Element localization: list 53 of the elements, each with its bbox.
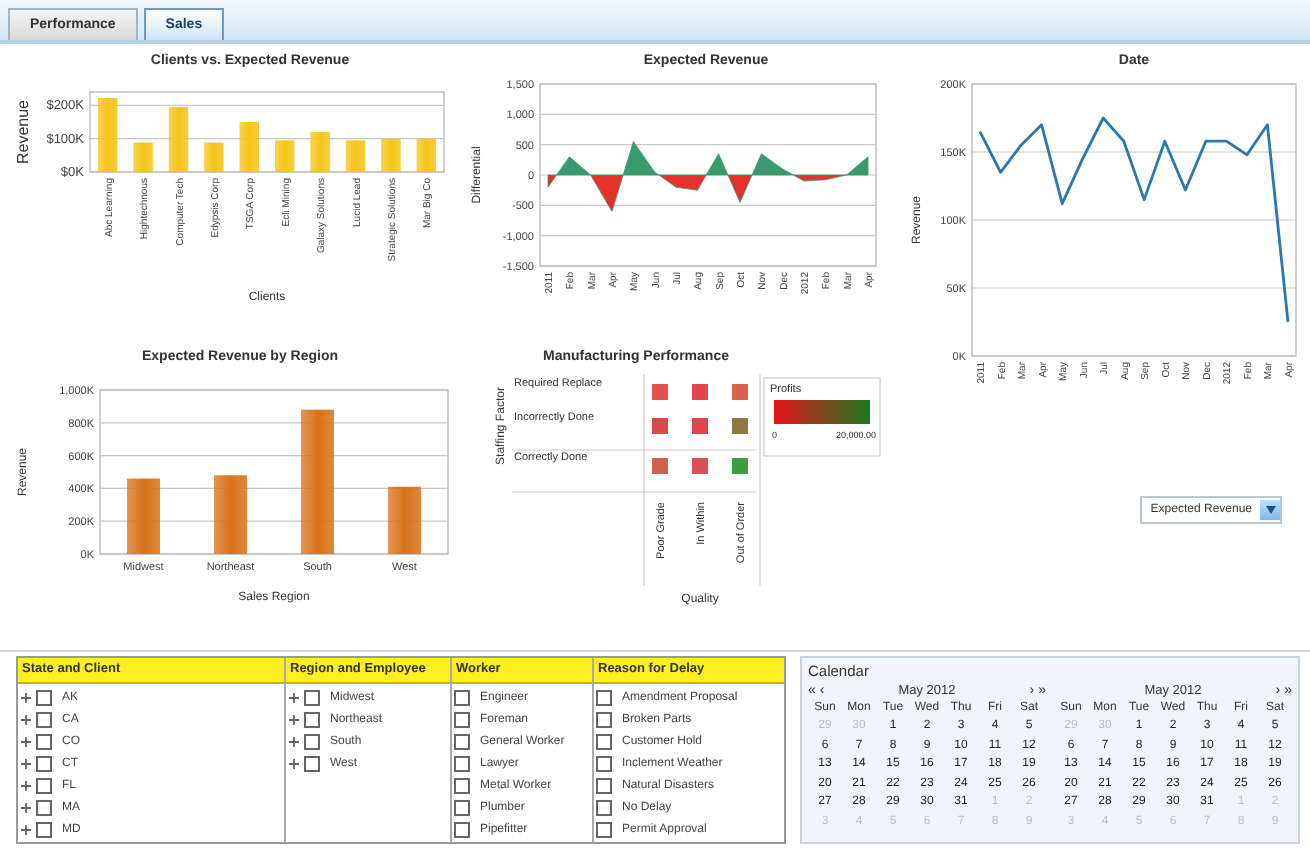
dropdown-button[interactable] (1260, 500, 1280, 520)
bar (126, 478, 161, 554)
expand-icon[interactable] (288, 691, 300, 703)
checkbox[interactable] (36, 711, 52, 727)
bar (310, 132, 330, 172)
expand-icon[interactable] (20, 691, 32, 703)
bar (168, 107, 189, 172)
checkbox[interactable] (304, 755, 320, 771)
expand-icon[interactable] (20, 823, 32, 835)
checkbox[interactable] (454, 755, 470, 771)
expand-icon[interactable] (288, 735, 300, 747)
checkbox[interactable] (36, 689, 52, 705)
bar (381, 138, 401, 172)
expand-icon[interactable] (20, 779, 32, 791)
checkbox[interactable] (36, 799, 52, 815)
expand-icon[interactable] (20, 713, 32, 725)
axis-label: Revenue (14, 99, 32, 165)
checkbox[interactable] (36, 777, 52, 793)
expand-icon[interactable] (20, 757, 32, 769)
checkbox[interactable] (596, 689, 612, 705)
caret-icon (1265, 506, 1275, 514)
bar (204, 142, 224, 172)
bar (387, 486, 422, 554)
bar (416, 138, 437, 172)
checkbox[interactable] (36, 755, 52, 771)
checkbox[interactable] (454, 711, 470, 727)
bar (239, 122, 260, 172)
checkbox[interactable] (454, 777, 470, 793)
bar (133, 142, 153, 172)
color-scale (774, 400, 870, 424)
checkbox[interactable] (596, 777, 612, 793)
bar (274, 140, 295, 172)
expand-icon[interactable] (288, 757, 300, 769)
bar (97, 98, 118, 172)
checkbox[interactable] (36, 733, 52, 749)
checkbox[interactable] (454, 821, 470, 837)
checkbox[interactable] (454, 733, 470, 749)
checkbox[interactable] (304, 733, 320, 749)
checkbox[interactable] (596, 711, 612, 727)
expand-icon[interactable] (20, 801, 32, 813)
checkbox[interactable] (454, 799, 470, 815)
checkbox[interactable] (304, 711, 320, 727)
checkbox[interactable] (304, 689, 320, 705)
expand-icon[interactable] (288, 713, 300, 725)
checkbox[interactable] (596, 821, 612, 837)
expand-icon[interactable] (20, 735, 32, 747)
checkbox[interactable] (596, 733, 612, 749)
bar (213, 475, 248, 554)
checkbox[interactable] (454, 689, 470, 705)
bar (345, 140, 366, 172)
checkbox[interactable] (36, 821, 52, 837)
checkbox[interactable] (596, 755, 612, 771)
checkbox[interactable] (596, 799, 612, 815)
